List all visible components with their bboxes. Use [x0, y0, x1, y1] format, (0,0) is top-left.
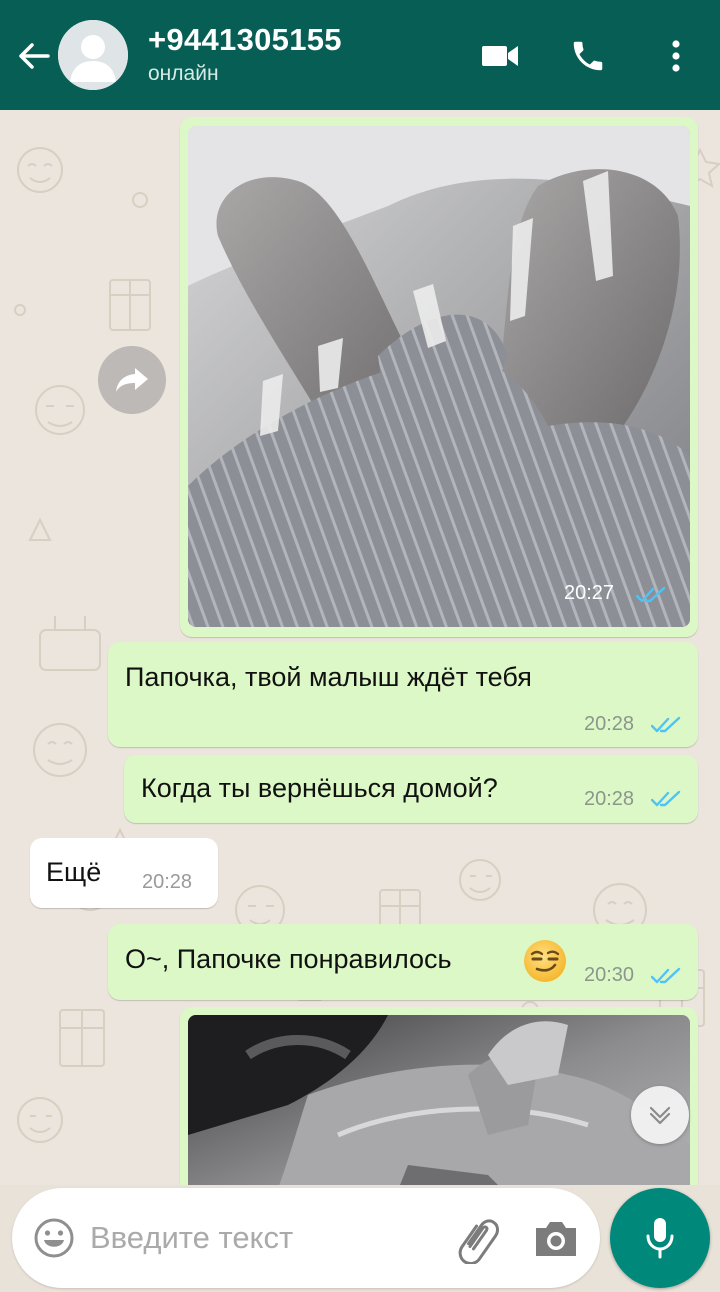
voice-message-button[interactable] [610, 1188, 710, 1288]
contact-name[interactable]: +9441305155 [148, 22, 342, 58]
chat-header: +9441305155 онлайн [0, 0, 720, 110]
video-call-icon [482, 46, 518, 66]
photo-thumbnail[interactable] [188, 1015, 690, 1185]
message-text: О~, Папочке понравилось [125, 944, 452, 974]
forward-button[interactable] [98, 346, 166, 414]
mic-icon [646, 1218, 674, 1259]
message-input[interactable]: Введите текст [90, 1220, 293, 1256]
attach-icon [458, 1219, 499, 1265]
emoji-icon [34, 1218, 74, 1258]
text-message-4[interactable]: Ещё 20:28 [30, 838, 218, 908]
more-options-icon [672, 40, 680, 72]
photo-image [188, 126, 690, 627]
read-ticks-icon [636, 586, 666, 603]
smirking-face-emoji [524, 940, 566, 982]
message-time: 20:28 [142, 871, 193, 893]
back-button[interactable] [14, 36, 54, 76]
emoji-button[interactable] [32, 1216, 76, 1260]
message-text: Ещё [46, 857, 102, 887]
back-arrow-icon [19, 43, 50, 69]
text-message-2[interactable]: Папочка, твой малыш ждёт тебя 20:28 [108, 642, 698, 747]
video-call-button[interactable] [478, 34, 522, 78]
message-time: 20:28 [584, 788, 635, 810]
chat-area[interactable]: 20:27 Папочка, твой малыш ждёт тебя 20:2… [0, 110, 720, 1185]
message-composer[interactable]: Введите текст [12, 1188, 600, 1288]
message-time: 20:27 [564, 582, 615, 604]
photo-thumbnail[interactable]: 20:27 [188, 126, 690, 627]
more-options-button[interactable] [654, 34, 698, 78]
chevron-down-icon [649, 1106, 671, 1125]
message-text: Когда ты вернёшься домой? [141, 773, 498, 803]
avatar[interactable] [58, 20, 128, 90]
message-text: Папочка, твой малыш ждёт тебя [125, 662, 532, 692]
read-ticks-icon [651, 967, 681, 984]
read-ticks-icon [651, 716, 681, 733]
scroll-to-bottom-button[interactable] [631, 1086, 689, 1144]
read-ticks-icon [651, 790, 681, 807]
attach-button[interactable] [454, 1216, 502, 1265]
camera-icon [536, 1222, 576, 1256]
image-message-6[interactable] [180, 1007, 698, 1185]
message-time: 20:30 [584, 964, 635, 986]
camera-button[interactable] [532, 1216, 580, 1260]
message-time: 20:28 [584, 713, 635, 735]
text-message-3[interactable]: Когда ты вернёшься домой? 20:28 [124, 755, 698, 823]
voice-call-button[interactable] [566, 34, 610, 78]
contact-status: онлайн [148, 62, 219, 85]
image-message-1[interactable]: 20:27 [180, 117, 698, 637]
forward-icon [116, 368, 148, 392]
text-message-5[interactable]: О~, Папочке понравилось 20:30 [108, 924, 698, 1000]
photo-image [188, 1015, 690, 1185]
avatar-placeholder-icon [58, 20, 128, 90]
voice-call-icon [573, 41, 603, 71]
